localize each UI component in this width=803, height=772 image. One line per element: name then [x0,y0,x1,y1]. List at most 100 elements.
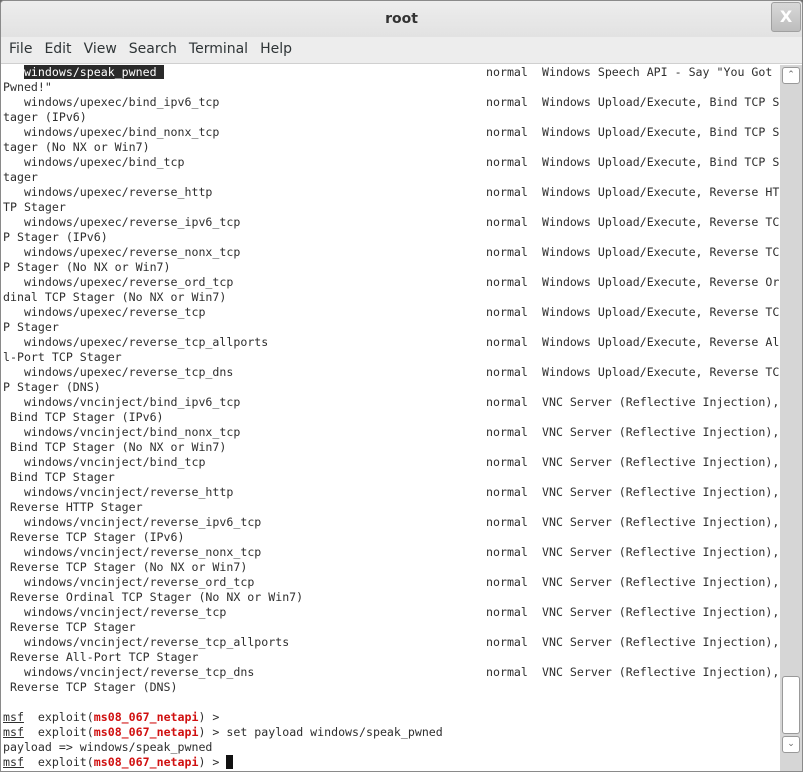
payload-description-cont: Bind TCP Stager (No NX or Win7) [3,440,227,454]
payload-description-cont: Pwned!" [3,80,52,94]
payload-name: windows/upexec/reverse_ipv6_tcp [23,215,241,229]
payload-rank: normal [486,665,528,679]
selection [156,65,164,79]
list-item: windows/upexec/reverse_tcp_allports norma… [3,335,779,350]
payload-name: windows/vncinject/reverse_nonx_tcp [23,545,262,559]
payload-description-cont: P Stager (IPv6) [3,230,108,244]
terminal-window: root X File Edit View Search Terminal Help wi… [0,0,803,772]
list-item: windows/vncinject/reverse_tcp normal VNC S… [3,605,779,620]
payload-rank: normal [486,305,528,319]
payload-description-cont: Reverse HTTP Stager [3,500,143,514]
payload-description-cont: Bind TCP Stager [3,470,115,484]
msf-label: msf [3,755,24,769]
payload-name: windows/vncinject/reverse_ord_tcp [23,575,255,589]
payload-description: VNC Server (Reflective Injection), [542,605,780,619]
payload-description: VNC Server (Reflective Injection), [542,575,780,589]
list-item: windows/upexec/bind_ipv6_tcp normal Window… [3,95,779,110]
payload-rank: normal [486,395,528,409]
payload-name: windows/upexec/bind_tcp [23,155,185,169]
window-title: root [385,11,418,27]
payload-description: VNC Server (Reflective Injection), [542,425,780,439]
payload-description: VNC Server (Reflective Injection), [542,515,780,529]
payload-name: windows/upexec/reverse_tcp [23,305,206,319]
cursor [226,755,234,769]
menu-view[interactable]: View [78,37,123,61]
payload-description: Windows Upload/Execute, Reverse TC [542,245,780,259]
menu-edit[interactable]: Edit [38,37,77,61]
exploit-label: exploit( [23,725,94,739]
payload-name: windows/upexec/reverse_tcp_dns [23,365,234,379]
close-icon: X [779,7,793,26]
payload-description-cont: P Stager (No NX or Win7) [3,260,171,274]
payload-description: Windows Upload/Execute, Reverse TC [542,305,780,319]
prompt-line: msf exploit(ms08_067_netapi) > [3,755,234,770]
module-name: ms08_067_netapi [93,755,199,769]
menu-help[interactable]: Help [254,37,298,61]
payload-name: windows/vncinject/bind_ipv6_tcp [23,395,241,409]
list-item: windows/vncinject/reverse_ipv6_tcp normal… [3,515,779,530]
payload-name: windows/vncinject/bind_nonx_tcp [23,425,241,439]
list-item: windows/upexec/reverse_ipv6_tcp normal Win… [3,215,779,230]
payload-description: Windows Upload/Execute, Bind TCP S [542,125,780,139]
payload-description: Windows Speech API - Say "You Got [542,65,773,79]
payload-description: VNC Server (Reflective Injection), [542,635,780,649]
menu-terminal[interactable]: Terminal [183,37,254,61]
payload-name: windows/upexec/reverse_nonx_tcp [23,245,241,259]
payload-rank: normal [486,215,528,229]
payload-name: windows/vncinject/reverse_http [23,485,234,499]
list-item: windows/vncinject/reverse_nonx_tcp normal… [3,545,779,560]
menu-file[interactable]: File [3,37,38,61]
payload-rank: normal [486,125,528,139]
payload-name: windows/upexec/reverse_http [23,185,213,199]
title-bar: root X [1,1,802,37]
payload-rank: normal [486,575,528,589]
scroll-down-icon[interactable]: ⌄ [782,736,800,753]
payload-rank: normal [486,455,528,469]
prompt-symbol: ) > [198,755,227,769]
list-item: windows/upexec/bind_nonx_tcp normal Window… [3,125,779,140]
payload-rank: normal [486,65,528,79]
close-button[interactable]: X [771,2,801,32]
payload-description-cont: Reverse TCP Stager (No NX or Win7) [3,560,248,574]
payload-description-cont: tager (No NX or Win7) [3,140,150,154]
payload-name: windows/upexec/reverse_ord_tcp [23,275,234,289]
scrollbar-thumb[interactable] [782,676,800,734]
scroll-up-icon[interactable]: ⌃ [782,67,800,84]
list-item: windows/upexec/reverse_ord_tcp normal Wind… [3,275,779,290]
payload-description: Windows Upload/Execute, Reverse Or [542,275,780,289]
exploit-label: exploit( [23,710,94,724]
scrollbar[interactable]: ⌃ ⌄ [780,65,802,771]
list-item: windows/vncinject/reverse_http normal VNC … [3,485,779,500]
payload-rank: normal [486,185,528,199]
payload-rank: normal [486,335,528,349]
list-item: windows/vncinject/bind_tcp normal VNC Serv… [3,455,779,470]
payload-description: VNC Server (Reflective Injection), [542,545,780,559]
payload-description: Windows Upload/Execute, Reverse Al [542,335,780,349]
menu-search[interactable]: Search [123,37,183,61]
menu-bar: File Edit View Search Terminal Help [1,37,802,64]
payload-description-cont: P Stager [3,320,59,334]
payload-rank: normal [486,485,528,499]
payload-description: Windows Upload/Execute, Bind TCP S [542,155,780,169]
payload-rank: normal [486,635,528,649]
payload-description-cont: P Stager (DNS) [3,380,101,394]
payload-description: Windows Upload/Execute, Reverse HT [542,185,780,199]
list-item: windows/upexec/reverse_http normal Windows… [3,185,779,200]
payload-name: windows/vncinject/reverse_tcp [23,605,227,619]
payload-description-cont: tager (IPv6) [3,110,87,124]
list-item: windows/vncinject/bind_ipv6_tcp normal VNC… [3,395,779,410]
terminal-output[interactable]: windows/speak_pwned normal Windows Speech… [3,65,779,771]
